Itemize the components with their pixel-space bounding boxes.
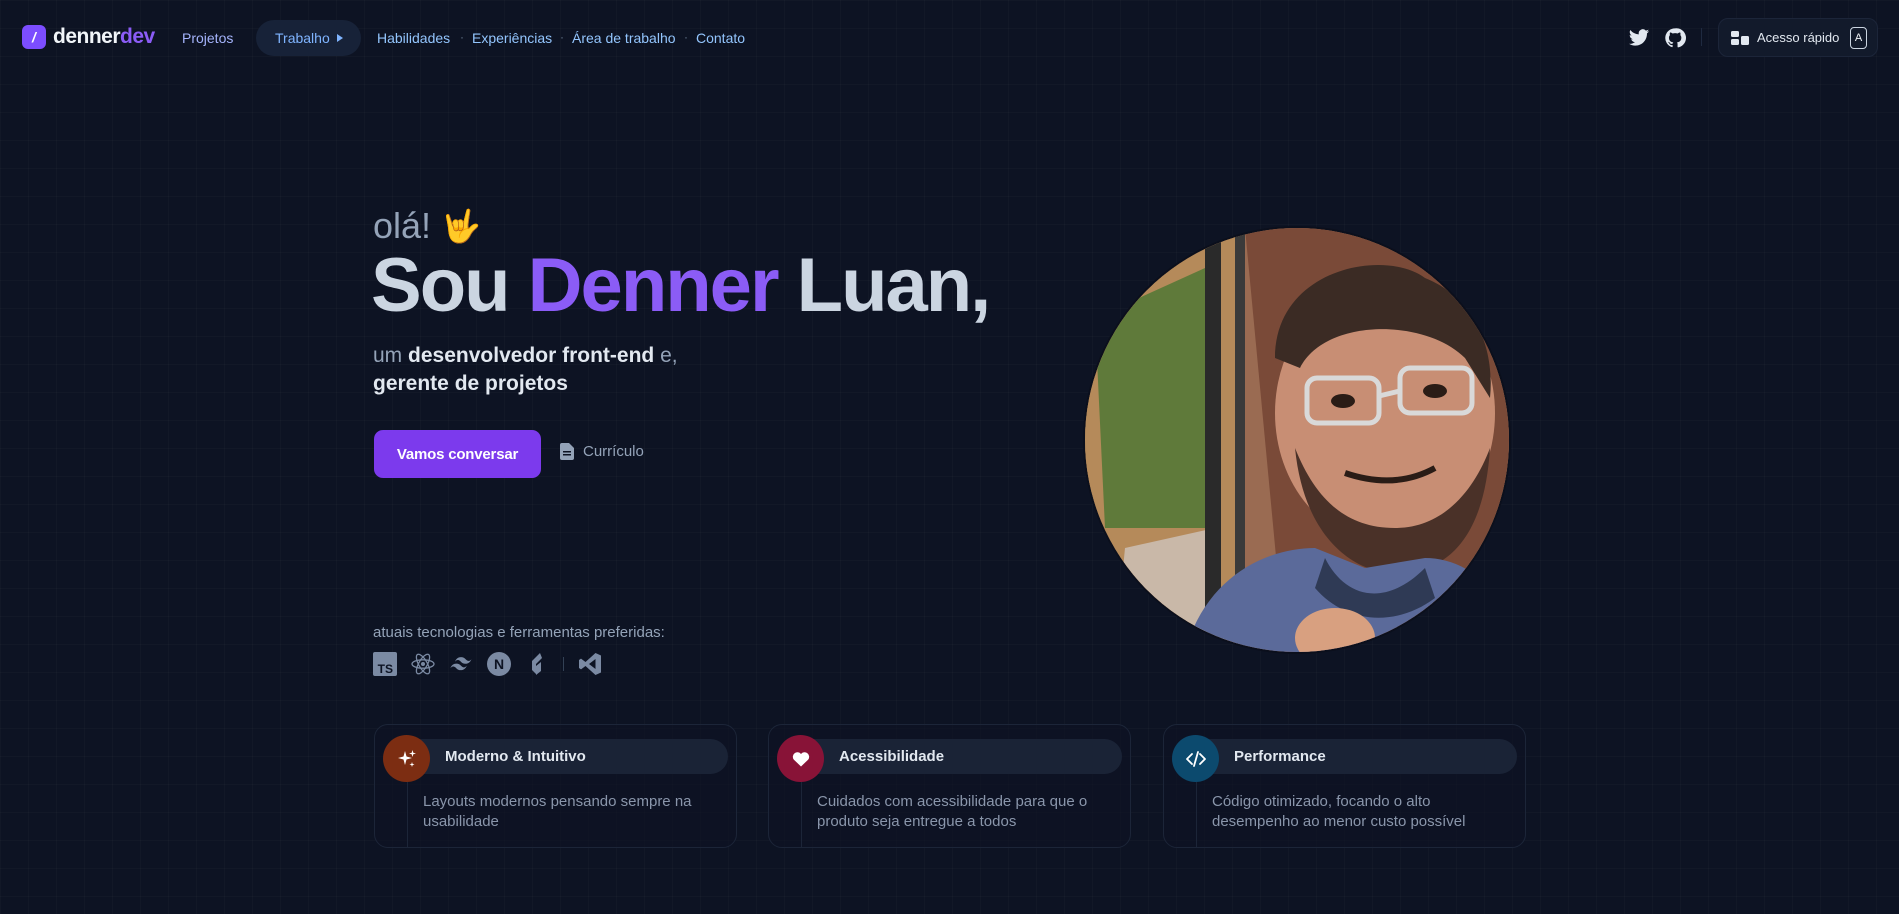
- logo-text-part1: denner: [53, 25, 121, 48]
- feature-card-description: Layouts modernos pensando sempre na usab…: [423, 793, 692, 830]
- sub-role2: gerente de projetos: [373, 372, 568, 395]
- nav-separator: ·: [684, 30, 688, 44]
- github-icon[interactable]: [1664, 27, 1686, 49]
- tech-label: atuais tecnologias e ferramentas preferi…: [373, 624, 665, 641]
- tech-icons-row: TS N: [373, 652, 602, 676]
- feature-card-title: Moderno & Intuitivo: [403, 739, 728, 774]
- vscode-icon[interactable]: [578, 652, 602, 676]
- sparkles-icon: [383, 735, 430, 782]
- hero-title-name: Denner: [527, 243, 780, 328]
- twitter-icon[interactable]: [1628, 27, 1650, 49]
- nextjs-icon[interactable]: N: [487, 652, 511, 676]
- nav-separator: ·: [460, 30, 464, 44]
- nav-projetos[interactable]: Projetos: [182, 30, 233, 46]
- svg-text:N: N: [494, 656, 504, 672]
- profile-photo: [1085, 228, 1509, 652]
- nav-experiencias[interactable]: Experiências: [472, 30, 552, 46]
- sub-role1: desenvolvedor front-end: [408, 344, 655, 367]
- quick-access-button[interactable]: Acesso rápido A: [1718, 18, 1878, 57]
- code-icon: [1172, 735, 1219, 782]
- heart-icon: [777, 735, 824, 782]
- quick-access-icon: [1731, 30, 1749, 45]
- lets-talk-button[interactable]: Vamos conversar: [374, 430, 541, 478]
- gatsby-icon[interactable]: [525, 652, 549, 676]
- nav-separator: ·: [560, 30, 564, 44]
- resume-label: Currículo: [583, 443, 644, 460]
- sub-pre: um: [373, 344, 403, 367]
- nav-contato[interactable]: Contato: [696, 30, 745, 46]
- nav-trabalho-dropdown[interactable]: Trabalho: [256, 20, 361, 56]
- feature-card-description: Cuidados com acessibilidade para que o p…: [817, 793, 1088, 830]
- hero-title: Sou Denner Luan,: [371, 242, 992, 329]
- tech-divider: [563, 657, 564, 671]
- hero-title-surname: Luan,: [796, 243, 992, 328]
- feature-card-title: Acessibilidade: [797, 739, 1122, 774]
- nav-habilidades[interactable]: Habilidades: [377, 30, 450, 46]
- typescript-icon[interactable]: TS: [373, 652, 397, 676]
- svg-text:TS: TS: [378, 662, 393, 676]
- feature-card-performance: Performance Código otimizado, focando o …: [1163, 724, 1526, 848]
- hero-greeting: olá! 🤟: [373, 205, 481, 247]
- play-caret-icon: [336, 34, 343, 42]
- quick-access-label: Acesso rápido: [1757, 30, 1840, 45]
- hero-subtitle: um desenvolvedor front-end e, gerente de…: [373, 342, 678, 398]
- logo[interactable]: / dennerdev: [22, 25, 155, 49]
- greeting-text: olá!: [373, 205, 432, 246]
- feature-card-accessibility: Acessibilidade Cuidados com acessibilida…: [768, 724, 1131, 848]
- resume-link[interactable]: Currículo: [560, 443, 644, 460]
- nav-area-de-trabalho[interactable]: Área de trabalho: [572, 30, 676, 46]
- feature-card-modern: Moderno & Intuitivo Layouts modernos pen…: [374, 724, 737, 848]
- sub-mid: e,: [660, 344, 678, 367]
- logo-text: dennerdev: [53, 25, 155, 49]
- logo-text-part2: dev: [120, 25, 155, 48]
- rock-hand-icon: 🤟: [441, 208, 481, 244]
- feature-card-title: Performance: [1192, 739, 1517, 774]
- feature-card-description: Código otimizado, focando o alto desempe…: [1212, 793, 1466, 830]
- logo-mark: /: [22, 25, 46, 49]
- document-icon: [560, 443, 574, 460]
- hero-title-word1: Sou: [371, 243, 511, 328]
- nav-trabalho-label: Trabalho: [275, 30, 330, 46]
- react-icon[interactable]: [411, 652, 435, 676]
- quick-access-shortcut: A: [1850, 26, 1867, 49]
- top-nav: / dennerdev Projetos Trabalho Habilidade…: [0, 0, 1899, 76]
- nav-divider: [1701, 28, 1702, 46]
- tailwind-icon[interactable]: [449, 652, 473, 676]
